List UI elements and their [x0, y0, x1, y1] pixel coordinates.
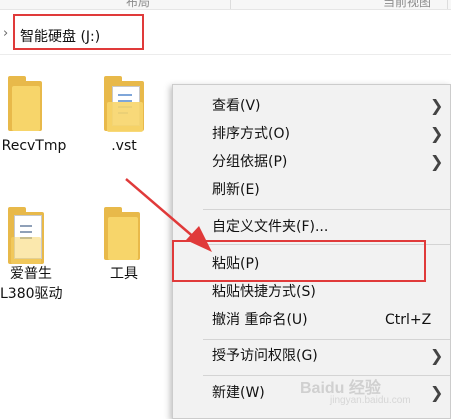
baidu-watermark-url: jingyan.baidu.com: [330, 395, 411, 406]
annotation-arrow: [125, 178, 212, 252]
